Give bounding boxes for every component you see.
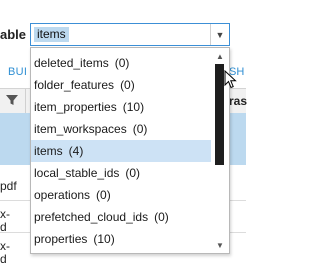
dropdown-item-count: (10)	[122, 100, 145, 114]
grid-cell: pdf	[0, 179, 17, 193]
table-select-combobox[interactable]: items ▼	[30, 23, 230, 46]
dropdown-item-label: item_workspaces	[34, 122, 127, 136]
dropdown-item[interactable]: local_stable_ids (0)	[31, 162, 211, 184]
dropdown-items: deleted_items (0) folder_features (0) item_p…	[31, 52, 211, 250]
dropdown-item-label: prefetched_cloud_ids	[34, 210, 149, 224]
dropdown-item-label: operations	[34, 188, 91, 202]
table-field-label: able	[0, 27, 27, 42]
dropdown-item-count: (10)	[93, 232, 115, 246]
chevron-down-icon: ▼	[215, 29, 225, 40]
dropdown-item[interactable]: items (4)	[31, 140, 211, 162]
column-separator[interactable]	[25, 89, 26, 113]
grid-cell: d	[0, 252, 7, 266]
scroll-up-button[interactable]: ▲	[211, 50, 229, 62]
dropdown-item-label: local_stable_ids	[34, 166, 120, 180]
dropdown-item-count: (4)	[68, 144, 84, 158]
dropdown-item[interactable]: deleted_items (0)	[31, 52, 211, 74]
scroll-down-button[interactable]: ▼	[211, 239, 229, 251]
dropdown-item-label: item_properties	[34, 100, 117, 114]
scrollbar-thumb[interactable]	[215, 64, 224, 165]
table-dropdown-list[interactable]: deleted_items (0) folder_features (0) item_p…	[30, 47, 230, 254]
dropdown-item-count: (0)	[120, 78, 135, 92]
triangle-down-icon: ▼	[216, 240, 224, 250]
dropdown-item[interactable]: item_properties (10)	[31, 96, 211, 118]
triangle-up-icon: ▲	[216, 51, 224, 61]
dropdown-item-count: (0)	[96, 188, 111, 202]
tab-build[interactable]: BUI	[8, 66, 27, 78]
column-header[interactable]: ras	[229, 94, 247, 108]
dropdown-item-label: folder_features	[34, 78, 115, 92]
dropdown-item-count: (0)	[132, 122, 148, 136]
dropdown-item-count: (0)	[154, 210, 169, 224]
dropdown-item-label: items	[34, 144, 63, 158]
dropdown-item[interactable]: folder_features (0)	[31, 74, 211, 96]
combobox-selected-value: items	[34, 27, 69, 42]
dropdown-item-count: (0)	[114, 56, 130, 70]
dropdown-item[interactable]: item_workspaces (0)	[31, 118, 211, 140]
combobox-dropdown-button[interactable]: ▼	[210, 24, 229, 45]
filter-icon[interactable]	[5, 93, 19, 107]
dropdown-item[interactable]: operations (0)	[31, 184, 211, 206]
dropdown-item[interactable]: prefetched_cloud_ids (0)	[31, 206, 211, 228]
grid-cell: d	[0, 220, 7, 234]
dropdown-item-label: properties	[34, 232, 88, 246]
dropdown-item-count: (0)	[125, 166, 141, 180]
mouse-pointer-icon	[224, 70, 237, 89]
dropdown-item-label: deleted_items	[34, 56, 109, 70]
dropdown-item[interactable]: properties (10)	[31, 228, 211, 250]
